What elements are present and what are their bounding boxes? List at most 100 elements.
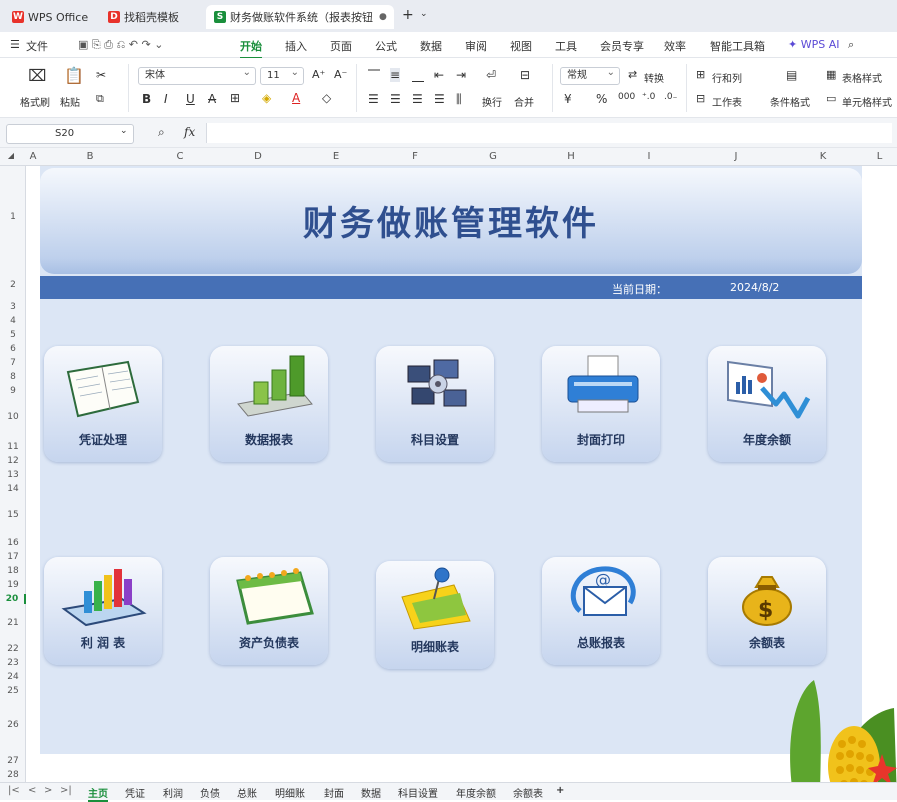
column-header[interactable]: A	[26, 151, 40, 162]
balance-sheet-button[interactable]: 资产负债表	[210, 557, 328, 665]
sheet-tab[interactable]: 封面	[324, 785, 344, 800]
cut-icon[interactable]: ✂	[96, 68, 106, 82]
row-header[interactable]: 10	[0, 412, 26, 422]
sheet-tab[interactable]: 年度余额	[456, 785, 496, 800]
justify-icon[interactable]: ☰	[434, 92, 445, 106]
general-ledger-button[interactable]: @ 总账报表	[542, 557, 660, 665]
table-style-icon[interactable]: ▦	[826, 68, 836, 81]
menu-home[interactable]: 开始	[240, 38, 262, 59]
row-header-selected[interactable]: 20	[0, 594, 26, 604]
column-header[interactable]: B	[40, 151, 140, 162]
search-icon[interactable]: ⌕	[848, 38, 854, 52]
column-header[interactable]: K	[784, 151, 862, 162]
sheet-tab[interactable]: 总账	[237, 785, 257, 800]
detail-ledger-button[interactable]: 明细账表	[376, 561, 494, 669]
sheet-tab[interactable]: 科目设置	[398, 785, 438, 800]
font-size-select[interactable]: 11	[260, 65, 304, 85]
menu-file[interactable]: 文件	[26, 38, 48, 54]
row-header[interactable]: 18	[0, 566, 26, 576]
underline-icon[interactable]: U	[186, 92, 195, 106]
font-grow-icon[interactable]: A⁺	[312, 68, 325, 81]
clear-format-icon[interactable]: ◇	[322, 91, 331, 105]
row-header[interactable]: 26	[0, 720, 26, 730]
fx-icon[interactable]: fx	[184, 125, 195, 139]
column-header[interactable]: I	[610, 151, 688, 162]
italic-icon[interactable]: I	[164, 92, 168, 106]
convert-button[interactable]: 转换	[644, 70, 664, 85]
name-box[interactable]: S20	[6, 124, 134, 144]
row-header[interactable]: 22	[0, 644, 26, 654]
column-header[interactable]: J	[688, 151, 784, 162]
align-center-icon[interactable]: ☰	[390, 92, 401, 106]
data-report-button[interactable]: 数据报表	[210, 346, 328, 462]
cell-style-button[interactable]: 单元格样式	[842, 94, 892, 109]
row-header[interactable]: 6	[0, 344, 26, 354]
row-header[interactable]: 24	[0, 672, 26, 682]
row-header[interactable]: 1	[0, 212, 26, 222]
tab-template[interactable]: D 找稻壳模板	[100, 5, 200, 29]
merge-button[interactable]: 合并	[514, 94, 534, 109]
row-header[interactable]: 23	[0, 658, 26, 668]
row-header[interactable]: 7	[0, 358, 26, 368]
wrap-button[interactable]: 换行	[482, 94, 502, 109]
decimal-increase-icon[interactable]: ⁺.0	[642, 92, 655, 102]
currency-icon[interactable]: ¥	[564, 92, 572, 106]
row-header[interactable]: 5	[0, 330, 26, 340]
align-right-icon[interactable]: ☰	[412, 92, 423, 106]
row-header[interactable]: 8	[0, 372, 26, 382]
conditional-format-icon[interactable]: ▤	[786, 68, 797, 82]
last-sheet-icon[interactable]: >|	[60, 785, 72, 796]
row-col-icon[interactable]: ⊞	[696, 68, 705, 81]
distributed-icon[interactable]: ⫼	[456, 92, 462, 107]
add-sheet-button[interactable]: +	[556, 785, 564, 796]
paste-icon[interactable]: 📋	[64, 66, 84, 85]
sheet-tab[interactable]: 数据	[361, 785, 381, 800]
wrap-icon[interactable]: ⏎	[486, 68, 496, 82]
quick-access-icons[interactable]: ▣ ⎘ ⎙ ⎌ ↶ ↷ ⌄	[78, 38, 163, 52]
align-top-icon[interactable]: ⎺	[368, 68, 380, 83]
menu-review[interactable]: 审阅	[465, 38, 487, 54]
indent-decrease-icon[interactable]: ⇤	[434, 68, 444, 82]
thousands-icon[interactable]: 000	[618, 92, 635, 102]
fill-color-icon[interactable]: ◈	[262, 91, 271, 105]
row-header[interactable]: 19	[0, 580, 26, 590]
menu-efficiency[interactable]: 效率	[664, 38, 686, 54]
row-header[interactable]: 17	[0, 552, 26, 562]
row-header[interactable]: 14	[0, 484, 26, 494]
voucher-button[interactable]: 凭证处理	[44, 346, 162, 462]
row-header[interactable]: 27	[0, 756, 26, 766]
row-header[interactable]: 11	[0, 442, 26, 452]
row-header[interactable]: 3	[0, 302, 26, 312]
table-style-button[interactable]: 表格样式	[842, 70, 882, 85]
chevron-down-icon[interactable]: ⌄	[120, 126, 128, 136]
column-header[interactable]: C	[140, 151, 220, 162]
zoom-icon[interactable]: ⌕	[158, 125, 165, 140]
align-bottom-icon[interactable]: ⎽	[412, 68, 424, 83]
row-header[interactable]: 4	[0, 316, 26, 326]
annual-balance-button[interactable]: 年度余额	[708, 346, 826, 462]
menu-page[interactable]: 页面	[330, 38, 352, 54]
menu-insert[interactable]: 插入	[285, 38, 307, 54]
column-header[interactable]: L	[862, 151, 897, 162]
menu-formula[interactable]: 公式	[375, 38, 397, 54]
cell-style-icon[interactable]: ▭	[826, 92, 836, 105]
column-header[interactable]: H	[532, 151, 610, 162]
bold-icon[interactable]: B	[142, 92, 151, 106]
row-header[interactable]: 2	[0, 280, 26, 290]
menu-view[interactable]: 视图	[510, 38, 532, 54]
wps-ai-button[interactable]: ✦ WPS AI	[788, 38, 839, 51]
menu-data[interactable]: 数据	[420, 38, 442, 54]
column-header[interactable]: G	[454, 151, 532, 162]
worksheet-icon[interactable]: ⊟	[696, 92, 705, 105]
row-header[interactable]: 25	[0, 686, 26, 696]
row-header[interactable]: 9	[0, 386, 26, 396]
first-sheet-icon[interactable]: |<	[8, 785, 20, 796]
decimal-decrease-icon[interactable]: .0₋	[664, 92, 677, 102]
worksheet-button[interactable]: 工作表	[712, 94, 742, 109]
row-col-button[interactable]: 行和列	[712, 70, 742, 85]
row-header[interactable]: 16	[0, 538, 26, 548]
sheet-tab-home[interactable]: 主页	[88, 785, 108, 802]
convert-icon[interactable]: ⇄	[628, 68, 637, 81]
paste-button[interactable]: 粘贴	[60, 94, 80, 109]
row-header[interactable]: 12	[0, 456, 26, 466]
